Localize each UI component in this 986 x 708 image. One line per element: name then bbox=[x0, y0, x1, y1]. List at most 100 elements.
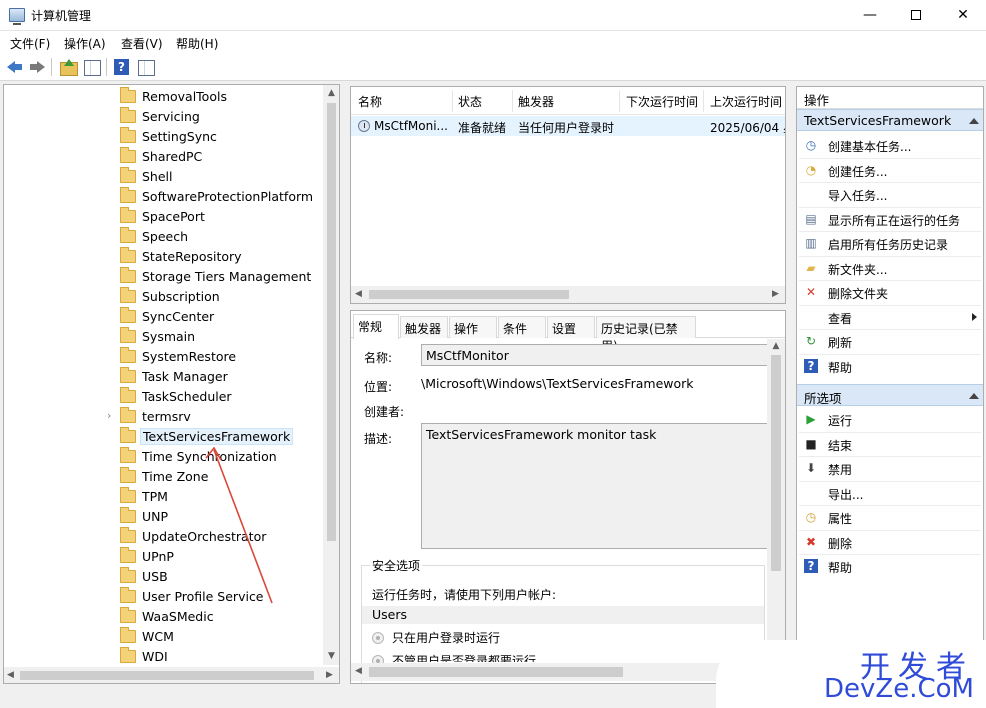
back-arrow-icon[interactable] bbox=[5, 58, 25, 76]
tree-item[interactable]: WCM bbox=[4, 627, 324, 647]
action-item[interactable]: ◔ 创建任务... bbox=[797, 158, 983, 182]
column-separator[interactable] bbox=[703, 90, 704, 112]
show-hide-action-pane-icon[interactable] bbox=[136, 58, 156, 76]
tab-conditions[interactable]: 条件 bbox=[498, 316, 546, 338]
tree-item[interactable]: User Profile Service bbox=[4, 587, 324, 607]
detail-scroll-thumb[interactable] bbox=[771, 355, 781, 571]
collapse-arrow-icon[interactable] bbox=[969, 118, 979, 124]
tree-item[interactable]: Task Manager bbox=[4, 367, 324, 387]
tab-general[interactable]: 常规 bbox=[353, 314, 399, 339]
scroll-left-arrow-icon[interactable]: ◀ bbox=[355, 289, 362, 299]
column-status[interactable]: 状态 bbox=[458, 93, 482, 110]
column-separator[interactable] bbox=[452, 90, 453, 112]
tree-item[interactable]: TPM bbox=[4, 487, 324, 507]
tree-item[interactable]: WDI bbox=[4, 647, 324, 667]
tree-item[interactable]: SettingSync bbox=[4, 127, 324, 147]
tab-history[interactable]: 历史记录(已禁用) bbox=[596, 316, 696, 353]
task-list-hscroll-thumb[interactable] bbox=[369, 290, 569, 299]
show-hide-tree-icon[interactable] bbox=[82, 58, 102, 76]
task-name-field[interactable]: MsCtfMonitor bbox=[421, 344, 773, 366]
expand-chevron-icon[interactable]: › bbox=[107, 409, 111, 422]
tree-item[interactable]: Time Zone bbox=[4, 467, 324, 487]
menu-action[interactable]: 操作(A) bbox=[64, 35, 106, 52]
scroll-right-arrow-icon[interactable]: ▶ bbox=[326, 670, 333, 680]
action-item[interactable]: ▥ 启用所有任务历史记录 bbox=[797, 231, 983, 255]
tree-item[interactable]: TextServicesFramework bbox=[4, 427, 324, 447]
tree-item[interactable]: StateRepository bbox=[4, 247, 324, 267]
column-separator[interactable] bbox=[512, 90, 513, 112]
tree-item[interactable]: Speech bbox=[4, 227, 324, 247]
action-item[interactable]: ◷ 创建基本任务... bbox=[797, 133, 983, 157]
minimize-button[interactable]: — bbox=[847, 0, 893, 31]
tree-horizontal-scrollbar[interactable]: ◀ ▶ bbox=[4, 667, 339, 683]
tab-actions[interactable]: 操作 bbox=[449, 316, 497, 338]
column-trigger[interactable]: 触发器 bbox=[518, 93, 554, 110]
help-icon[interactable] bbox=[112, 58, 132, 76]
action-item[interactable]: ✖ 删除 bbox=[797, 530, 983, 554]
scroll-left-arrow-icon[interactable]: ◀ bbox=[7, 670, 14, 680]
tree-item[interactable]: Sysmain bbox=[4, 327, 324, 347]
tree-vertical-scrollbar[interactable]: ▲ ▼ bbox=[323, 85, 339, 665]
tree-item[interactable]: UpdateOrchestrator bbox=[4, 527, 324, 547]
tree-item[interactable]: USB bbox=[4, 567, 324, 587]
action-item[interactable]: ◷ 属性 bbox=[797, 505, 983, 529]
tree-item[interactable]: Servicing bbox=[4, 107, 324, 127]
action-item[interactable]: ✕ 删除文件夹 bbox=[797, 280, 983, 304]
tree-item[interactable]: UNP bbox=[4, 507, 324, 527]
action-item[interactable]: 导入任务... bbox=[797, 182, 983, 206]
action-item[interactable]: ▰ 新文件夹... bbox=[797, 256, 983, 280]
tab-triggers[interactable]: 触发器 bbox=[400, 316, 448, 338]
action-item[interactable]: ? 帮助 bbox=[797, 554, 983, 578]
action-item[interactable]: ▤ 显示所有正在运行的任务 bbox=[797, 207, 983, 231]
tree-item[interactable]: SpacePort bbox=[4, 207, 324, 227]
tree-scroll-thumb[interactable] bbox=[327, 103, 336, 541]
tab-settings[interactable]: 设置 bbox=[547, 316, 595, 338]
scroll-right-arrow-icon[interactable]: ▶ bbox=[772, 289, 779, 299]
tree-item[interactable]: WaaSMedic bbox=[4, 607, 324, 627]
column-separator[interactable] bbox=[619, 90, 620, 112]
menu-view[interactable]: 查看(V) bbox=[121, 35, 163, 52]
scroll-up-arrow-icon[interactable]: ▲ bbox=[767, 341, 785, 351]
column-last-run[interactable]: 上次运行时间 bbox=[710, 93, 782, 110]
action-item[interactable]: ▶ 运行 bbox=[797, 407, 983, 431]
section-selected-item[interactable]: 所选项 bbox=[797, 384, 983, 406]
section-textservicesframework[interactable]: TextServicesFramework bbox=[797, 109, 983, 131]
tree-item[interactable]: TaskScheduler bbox=[4, 387, 324, 407]
close-button[interactable]: ✕ bbox=[940, 0, 986, 31]
task-description-field[interactable]: TextServicesFramework monitor task bbox=[421, 423, 773, 549]
task-list-hscrollbar[interactable]: ◀ ▶ bbox=[351, 286, 785, 303]
tree-item[interactable]: SyncCenter bbox=[4, 307, 324, 327]
action-item[interactable]: 导出... bbox=[797, 481, 983, 505]
tree-item[interactable]: Subscription bbox=[4, 287, 324, 307]
scroll-down-arrow-icon[interactable]: ▼ bbox=[323, 651, 339, 661]
scroll-left-arrow-icon[interactable]: ◀ bbox=[355, 666, 362, 676]
forward-arrow-icon[interactable] bbox=[27, 58, 47, 76]
menu-help[interactable]: 帮助(H) bbox=[176, 35, 218, 52]
tree-item[interactable]: RemovalTools bbox=[4, 87, 324, 107]
tree-item[interactable]: Storage Tiers Management bbox=[4, 267, 324, 287]
radio-run-only-logged-on[interactable] bbox=[372, 632, 384, 644]
tree-item[interactable]: SystemRestore bbox=[4, 347, 324, 367]
action-item[interactable]: ⬇ 禁用 bbox=[797, 456, 983, 480]
detail-hscroll-thumb[interactable] bbox=[369, 667, 623, 677]
tree-item[interactable]: UPnP bbox=[4, 547, 324, 567]
maximize-button[interactable] bbox=[893, 0, 939, 31]
table-row[interactable]: MsCtfMoni... 准备就绪 当任何用户登录时 2025/06/04 星 bbox=[351, 116, 785, 136]
column-next-run[interactable]: 下次运行时间 bbox=[626, 93, 698, 110]
user-account-field[interactable]: Users bbox=[362, 606, 764, 624]
action-item[interactable]: ■ 结束 bbox=[797, 432, 983, 456]
tree-item[interactable]: Time Synchronization bbox=[4, 447, 324, 467]
action-item[interactable]: ? 帮助 bbox=[797, 354, 983, 378]
tree-item[interactable]: SoftwareProtectionPlatform bbox=[4, 187, 324, 207]
collapse-arrow-icon[interactable] bbox=[969, 393, 979, 399]
column-name[interactable]: 名称 bbox=[358, 93, 382, 110]
up-folder-icon[interactable] bbox=[58, 58, 78, 76]
action-item[interactable]: ↻ 刷新 bbox=[797, 329, 983, 353]
tree-item[interactable]: Shell bbox=[4, 167, 324, 187]
action-item[interactable]: 查看 bbox=[797, 305, 983, 329]
tree-item[interactable]: SharedPC bbox=[4, 147, 324, 167]
detail-vertical-scrollbar[interactable]: ▲ ▼ bbox=[767, 339, 785, 662]
menu-file[interactable]: 文件(F) bbox=[10, 35, 50, 52]
scroll-up-arrow-icon[interactable]: ▲ bbox=[323, 88, 339, 98]
tree-item[interactable]: › termsrv bbox=[4, 407, 324, 427]
